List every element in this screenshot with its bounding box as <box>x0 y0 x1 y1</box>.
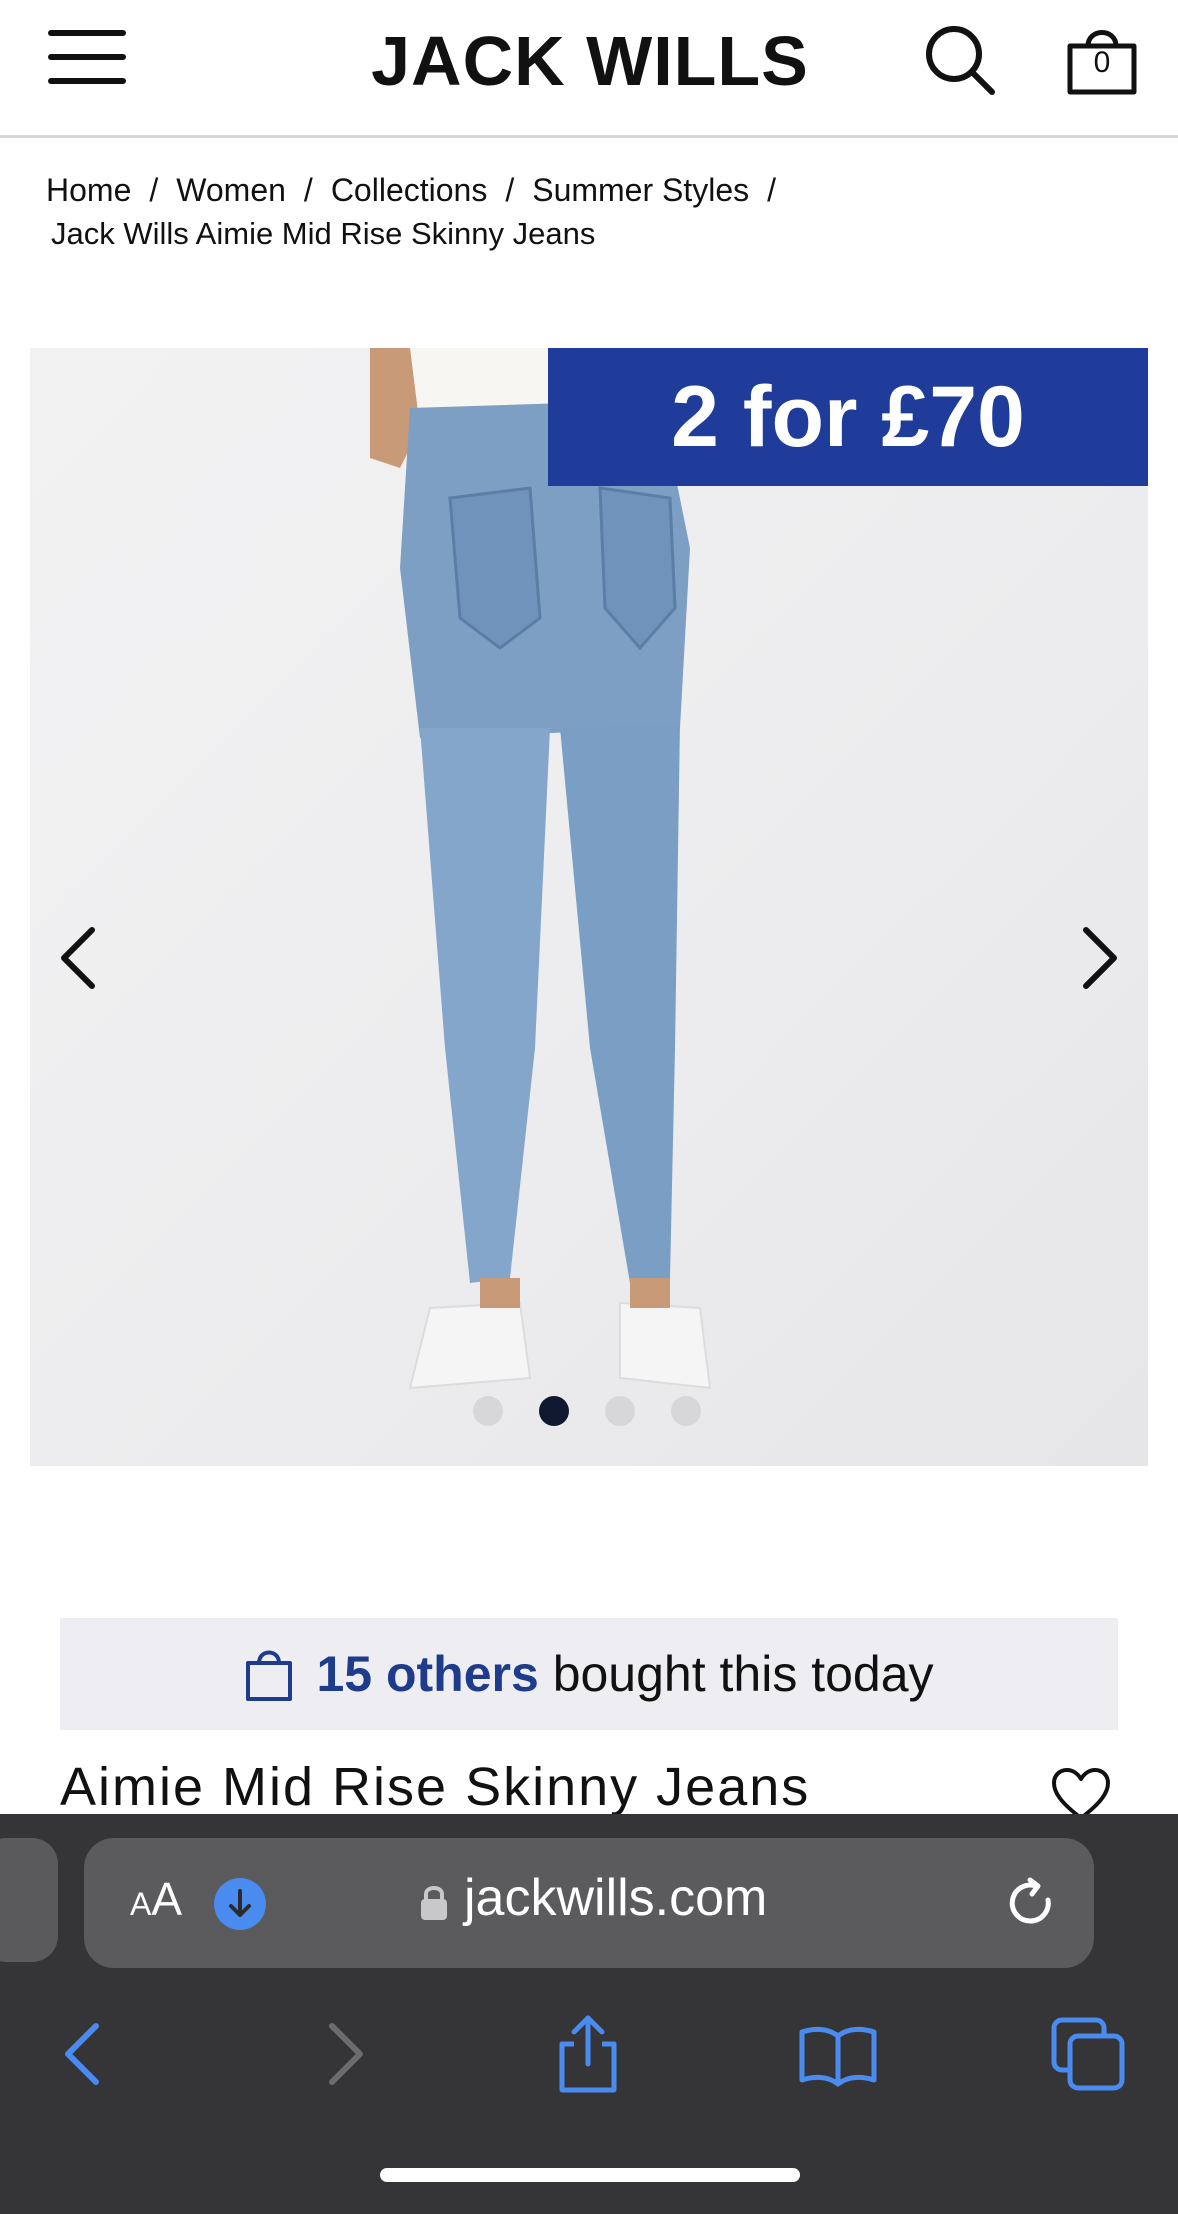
breadcrumb-home[interactable]: Home <box>46 168 131 212</box>
carousel-dot[interactable] <box>473 1396 503 1426</box>
product-photo <box>370 348 712 1390</box>
product-image-carousel[interactable]: 2 for £70 <box>30 348 1148 1466</box>
breadcrumb-separator: / <box>505 172 515 208</box>
reader-settings-button[interactable]: AA <box>130 1872 182 1926</box>
carousel-dots <box>473 1396 701 1426</box>
menu-icon[interactable] <box>48 30 128 86</box>
url-text[interactable]: jackwills.com <box>464 1868 767 1928</box>
bag-icon[interactable]: 0 <box>1064 18 1140 96</box>
breadcrumb: Home / Women / Collections / Summer Styl… <box>46 168 1146 256</box>
promo-banner: 2 for £70 <box>548 348 1148 486</box>
shopping-bag-icon <box>246 1650 293 1701</box>
carousel-dot-active[interactable] <box>539 1396 569 1426</box>
browser-toolbar <box>0 2004 1178 2114</box>
previous-tab[interactable] <box>0 1838 58 1962</box>
home-indicator[interactable] <box>380 2168 800 2182</box>
share-icon[interactable] <box>548 2014 628 2094</box>
download-icon[interactable] <box>214 1878 266 1930</box>
chevron-right-icon[interactable] <box>1070 918 1130 998</box>
back-icon[interactable] <box>46 2014 126 2094</box>
tabs-icon[interactable] <box>1048 2014 1128 2094</box>
carousel-dot[interactable] <box>671 1396 701 1426</box>
social-proof-text: bought this today <box>552 1646 934 1702</box>
site-header: JACK WILLS 0 <box>0 0 1178 138</box>
breadcrumb-separator: / <box>149 172 159 208</box>
browser-chrome: AA jackwills.com <box>0 1814 1178 2214</box>
breadcrumb-current: Jack Wills Aimie Mid Rise Skinny Jeans <box>51 216 596 251</box>
bookmarks-icon[interactable] <box>798 2014 878 2094</box>
forward-icon[interactable] <box>302 2014 382 2094</box>
social-proof-count: 15 others <box>316 1646 539 1702</box>
brand-logo[interactable]: JACK WILLS <box>340 18 840 104</box>
address-bar[interactable]: AA jackwills.com <box>84 1838 1094 1968</box>
social-proof-banner: 15 others bought this today <box>60 1618 1118 1730</box>
search-icon[interactable] <box>920 20 1000 100</box>
breadcrumb-collections[interactable]: Collections <box>331 168 488 212</box>
lock-icon <box>421 1886 447 1920</box>
breadcrumb-women[interactable]: Women <box>176 168 286 212</box>
breadcrumb-separator: / <box>303 172 313 208</box>
breadcrumb-summer-styles[interactable]: Summer Styles <box>532 168 749 212</box>
product-title: Aimie Mid Rise Skinny Jeans <box>60 1757 811 1816</box>
reload-icon[interactable] <box>1004 1876 1060 1932</box>
bag-count: 0 <box>1093 46 1111 79</box>
chevron-left-icon[interactable] <box>48 918 108 998</box>
breadcrumb-separator: / <box>767 172 777 208</box>
carousel-dot[interactable] <box>605 1396 635 1426</box>
